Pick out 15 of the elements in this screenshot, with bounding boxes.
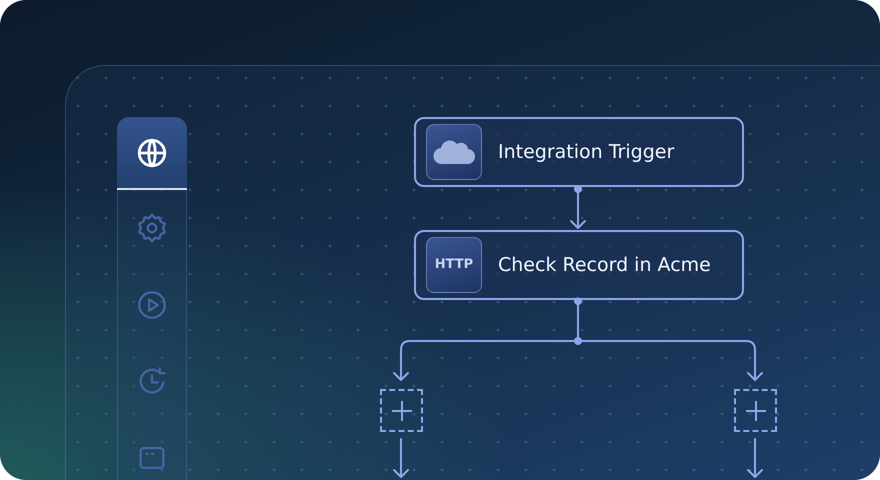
- add-step-button[interactable]: [734, 389, 777, 432]
- node-title: Check Record in Acme: [498, 252, 711, 278]
- cloud-logo-icon: [426, 124, 482, 180]
- flow-node[interactable]: HTTP Check Record in Acme: [414, 230, 744, 300]
- connector-arrow: [747, 438, 763, 478]
- http-label: HTTP: [434, 256, 474, 274]
- gear-icon: [135, 211, 169, 246]
- connector-arrow: [393, 438, 409, 478]
- connector-arrow: [570, 185, 586, 229]
- plus-icon: [390, 400, 412, 422]
- sidebar-tab[interactable]: [117, 118, 187, 190]
- flow-node[interactable]: Integration Trigger: [414, 117, 744, 187]
- add-step-button[interactable]: [380, 389, 423, 432]
- node-title: Integration Trigger: [498, 140, 674, 165]
- plus-icon: [744, 400, 766, 422]
